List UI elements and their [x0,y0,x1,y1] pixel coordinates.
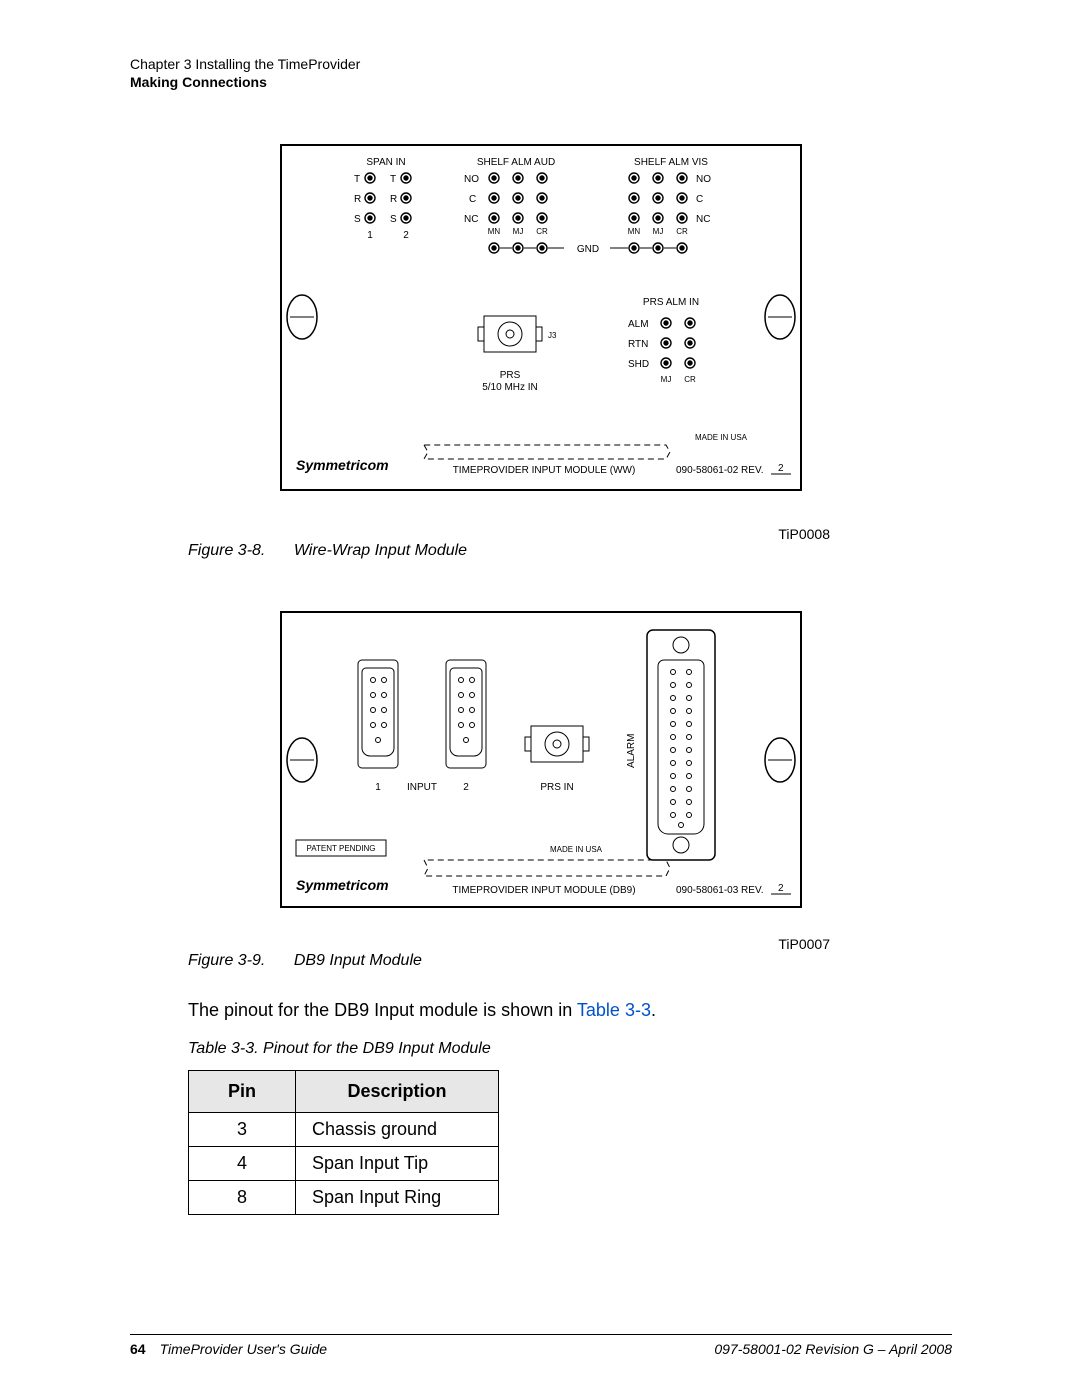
th-desc: Description [296,1071,499,1113]
svg-text:C: C [469,194,476,205]
svg-text:2: 2 [403,230,409,241]
th-pin: Pin [189,1071,296,1113]
table-row: 8 Span Input Ring [189,1181,499,1215]
module-name-db9: TIMEPROVIDER INPUT MODULE (DB9) [452,885,635,896]
table-3-3: Pin Description 3 Chassis ground 4 Span … [188,1070,499,1215]
svg-text:CR: CR [536,227,548,236]
svg-text:C: C [696,194,703,205]
svg-text:R: R [354,194,361,205]
page-header: Chapter 3 Installing the TimeProvider Ma… [130,56,952,90]
svg-text:S: S [390,214,397,225]
svg-text:MJ: MJ [653,227,664,236]
svg-text:GND: GND [577,244,599,255]
figure-3-8: SPAN IN SHELF ALM AUD SHELF ALM VIS T R … [130,130,952,560]
wirewrap-panel-diagram: SPAN IN SHELF ALM AUD SHELF ALM VIS T R … [276,130,806,510]
alarm-label: ALARM [626,734,637,768]
doc-revision: 097-58001-02 Revision G – April 2008 [714,1341,952,1357]
rev-ww: 2 [778,463,784,474]
svg-text:J3: J3 [548,331,557,340]
table-row: 3 Chassis ground [189,1113,499,1147]
tip-code-a: TiP0008 [130,526,830,542]
svg-text:MN: MN [488,227,501,236]
svg-text:2: 2 [463,782,469,793]
svg-text:T: T [354,174,360,185]
body-sentence: The pinout for the DB9 Input module is s… [188,998,952,1022]
header-chapter: Chapter 3 Installing the TimeProvider [130,56,952,72]
header-section: Making Connections [130,74,952,90]
svg-text:MJ: MJ [661,375,672,384]
svg-text:Symmetricom: Symmetricom [296,457,389,473]
svg-text:S: S [354,214,361,225]
page-number: 64 [130,1341,146,1357]
db9-panel-diagram: 1 INPUT 2 PRS IN ALARM [276,600,806,920]
svg-text:PRS ALM IN: PRS ALM IN [643,297,699,308]
svg-text:T: T [390,174,396,185]
table-3-3-caption: Table 3-3. Pinout for the DB9 Input Modu… [188,1040,952,1058]
svg-text:NC: NC [696,214,710,225]
svg-text:SHELF ALM AUD: SHELF ALM AUD [477,157,555,168]
svg-text:CR: CR [676,227,688,236]
svg-text:NO: NO [464,174,479,185]
partno-db9: 090-58061-03 REV. [676,885,763,896]
link-table-3-3[interactable]: Table 3-3 [577,1000,651,1020]
svg-text:Symmetricom: Symmetricom [296,877,389,893]
svg-text:5/10 MHz IN: 5/10 MHz IN [482,382,538,393]
svg-text:MADE IN USA: MADE IN USA [550,845,603,854]
page-footer: 64 TimeProvider User's Guide 097-58001-0… [130,1334,952,1357]
patent-pending: PATENT PENDING [307,844,376,853]
svg-text:1: 1 [375,782,381,793]
figure-3-9: 1 INPUT 2 PRS IN ALARM [130,600,952,970]
svg-text:NO: NO [696,174,711,185]
figure-3-9-caption: Figure 3-9. DB9 Input Module [188,952,952,970]
tip-code-b: TiP0007 [130,936,830,952]
svg-text:MADE IN USA: MADE IN USA [695,433,748,442]
rev-db9: 2 [778,883,784,894]
svg-text:PRS IN: PRS IN [540,782,573,793]
svg-text:INPUT: INPUT [407,782,437,793]
svg-text:NC: NC [464,214,478,225]
svg-text:SHD: SHD [628,359,649,370]
figure-3-8-caption: Figure 3-8. Wire-Wrap Input Module [188,542,952,560]
svg-text:RTN: RTN [628,339,648,350]
svg-text:SPAN IN: SPAN IN [366,157,405,168]
doc-title: TimeProvider User's Guide [160,1341,328,1357]
svg-text:1: 1 [367,230,373,241]
svg-text:SHELF ALM VIS: SHELF ALM VIS [634,157,708,168]
svg-text:ALM: ALM [628,319,649,330]
svg-text:CR: CR [684,375,696,384]
svg-text:MJ: MJ [513,227,524,236]
svg-text:MN: MN [628,227,641,236]
partno-ww: 090-58061-02 REV. [676,465,763,476]
table-row: 4 Span Input Tip [189,1147,499,1181]
svg-text:R: R [390,194,397,205]
svg-text:PRS: PRS [500,370,521,381]
module-name-ww: TIMEPROVIDER INPUT MODULE (WW) [453,465,636,476]
